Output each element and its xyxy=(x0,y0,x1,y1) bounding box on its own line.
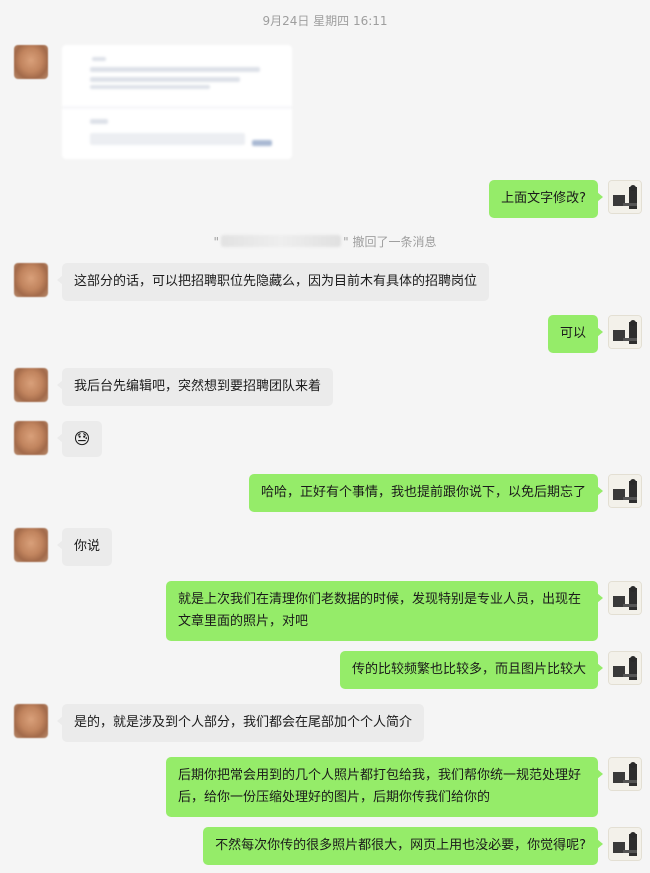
message-bubble[interactable]: 我后台先编辑吧，突然想到要招聘团队来着 xyxy=(56,368,334,406)
message-bubble[interactable]: 你说 xyxy=(56,528,113,566)
message-text-line: 文章里面的照片，对吧 xyxy=(178,614,309,629)
contact-avatar[interactable] xyxy=(14,45,48,79)
message-text: 上面文字修改? xyxy=(501,191,586,206)
message-text: 可以 xyxy=(559,326,586,341)
message-bubble[interactable]: 可以 xyxy=(547,315,604,353)
contact-avatar[interactable] xyxy=(14,528,48,562)
recall-notice: " " 撤回了一条消息 xyxy=(0,233,650,250)
message-text: 是的，就是涉及到个人部分，我们都会在尾部加个个人简介 xyxy=(74,715,413,730)
message-text: 不然每次你传的很多照片都很大，网页上用也没必要，你觉得呢? xyxy=(215,838,586,853)
message-timestamp: 9月24日 星期四 16:11 xyxy=(262,14,388,28)
my-avatar[interactable] xyxy=(608,651,642,685)
message-bubble[interactable]: 不然每次你传的很多照片都很大，网页上用也没必要，你觉得呢? xyxy=(203,827,603,865)
self-portrait-icon xyxy=(609,758,641,790)
message-text: 我后台先编辑吧，突然想到要招聘团队来着 xyxy=(74,379,322,394)
my-avatar[interactable] xyxy=(608,180,642,214)
self-portrait-icon xyxy=(609,181,641,213)
message-text-line: 就是上次我们在清理你们老数据的时候，发现特别是专业人员，出现在 xyxy=(178,592,582,607)
sweat-emoji-icon: 😓 xyxy=(73,429,91,448)
my-avatar[interactable] xyxy=(608,315,642,349)
recalled-sender-name xyxy=(221,235,342,247)
contact-avatar[interactable] xyxy=(14,263,48,297)
message-bubble[interactable]: 😓 xyxy=(57,421,102,457)
contact-avatar[interactable] xyxy=(14,704,48,738)
self-portrait-icon xyxy=(609,582,641,614)
self-portrait-icon xyxy=(609,316,641,348)
my-avatar[interactable] xyxy=(608,581,642,615)
self-portrait-icon xyxy=(609,828,641,860)
image-message[interactable] xyxy=(62,45,292,159)
message-bubble[interactable]: 就是上次我们在清理你们老数据的时候，发现特别是专业人员，出现在 文章里面的照片，… xyxy=(166,581,603,641)
my-avatar[interactable] xyxy=(608,474,642,508)
chat-panel: 9月24日 星期四 16:11 上面文字修改? " " 撤回了一条消息 这部分的… xyxy=(0,0,650,873)
message-text-line: 后，给你一份压缩处理好的图片，后期你传我们给你的 xyxy=(178,790,491,805)
message-bubble[interactable]: 传的比较频繁也比较多，而且图片比较大 xyxy=(339,651,604,689)
contact-avatar[interactable] xyxy=(14,368,48,402)
message-text: 这部分的话，可以把招聘职位先隐藏么，因为目前木有具体的招聘岗位 xyxy=(74,274,478,289)
message-text: 哈哈，正好有个事情，我也提前跟你说下，以免后期忘了 xyxy=(260,485,586,500)
message-text: 你说 xyxy=(74,539,101,554)
recall-quote-open: " xyxy=(213,235,220,249)
my-avatar[interactable] xyxy=(608,827,642,861)
message-bubble[interactable]: 上面文字修改? xyxy=(489,180,603,218)
message-bubble[interactable]: 哈哈，正好有个事情，我也提前跟你说下，以免后期忘了 xyxy=(248,474,604,512)
message-text-line: 后期你把常会用到的几个人照片都打包给我，我们帮你统一规范处理好 xyxy=(178,768,582,783)
my-avatar[interactable] xyxy=(608,757,642,791)
message-text: 传的比较频繁也比较多，而且图片比较大 xyxy=(351,662,586,677)
message-bubble[interactable]: 后期你把常会用到的几个人照片都打包给我，我们帮你统一规范处理好 后，给你一份压缩… xyxy=(166,757,603,817)
self-portrait-icon xyxy=(609,652,641,684)
self-portrait-icon xyxy=(609,475,641,507)
recall-text: 撤回了一条消息 xyxy=(352,235,437,249)
message-bubble[interactable]: 这部分的话，可以把招聘职位先隐藏么，因为目前木有具体的招聘岗位 xyxy=(56,263,490,301)
message-bubble[interactable]: 是的，就是涉及到个人部分，我们都会在尾部加个个人简介 xyxy=(56,704,425,742)
recall-quote-close: " xyxy=(343,235,349,249)
contact-avatar[interactable] xyxy=(14,421,48,455)
